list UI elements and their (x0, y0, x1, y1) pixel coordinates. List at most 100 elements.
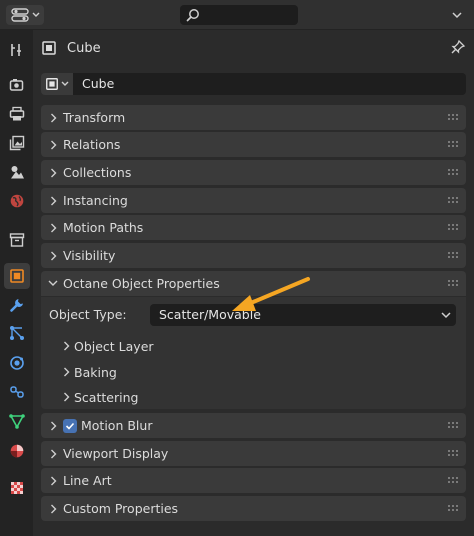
drag-grip-icon[interactable] (448, 169, 460, 176)
subpanel-title: Scattering (74, 389, 139, 405)
drag-grip-icon[interactable] (448, 252, 460, 259)
render-icon (9, 79, 24, 91)
mesh-data-icon (9, 414, 25, 429)
output-tab[interactable] (4, 101, 30, 127)
object-icon (10, 269, 24, 283)
object-type-label: Object Type: (49, 307, 127, 322)
drag-grip-icon[interactable] (448, 280, 460, 287)
drag-grip-icon[interactable] (448, 477, 460, 484)
chevron-right-icon (50, 476, 56, 485)
material-tab[interactable] (4, 438, 30, 464)
panel-transform[interactable]: Transform (41, 105, 466, 130)
particles-tab[interactable] (4, 320, 30, 346)
physics-icon (10, 356, 24, 370)
chevron-down-icon (61, 81, 69, 86)
object-type-dropdown[interactable] (41, 73, 73, 95)
tool-icon (11, 44, 21, 56)
object-header: Cube (41, 36, 466, 60)
editor-type-button[interactable] (6, 5, 44, 25)
search-input[interactable] (180, 5, 298, 25)
panel-instancing[interactable]: Instancing (41, 188, 466, 213)
drag-grip-icon[interactable] (448, 141, 460, 148)
panel-title: Octane Object Properties (63, 276, 220, 291)
object-icon (46, 78, 58, 90)
panel-motion-blur[interactable]: Motion Blur (41, 413, 466, 438)
panel-visibility[interactable]: Visibility (41, 243, 466, 268)
drag-grip-icon[interactable] (448, 422, 460, 429)
chevron-right-icon (50, 223, 56, 232)
chevron-down-icon (48, 280, 58, 286)
wrench-icon (10, 299, 23, 312)
properties-tab-column (0, 30, 33, 536)
subpanel-baking[interactable]: Baking (63, 361, 117, 383)
printer-icon (9, 106, 25, 121)
panel-title: Visibility (63, 248, 116, 263)
drag-grip-icon[interactable] (448, 505, 460, 512)
chevron-right-icon (50, 140, 56, 149)
chevron-right-icon (50, 196, 56, 205)
header-bar (0, 0, 474, 30)
chevron-right-icon (64, 341, 70, 351)
chevron-right-icon (50, 504, 56, 513)
checker-icon (11, 482, 23, 494)
search-icon (186, 9, 199, 22)
panel-line-art[interactable]: Line Art (41, 468, 466, 493)
panel-motion-paths[interactable]: Motion Paths (41, 215, 466, 240)
drag-grip-icon[interactable] (448, 114, 460, 121)
subpanel-scattering[interactable]: Scattering (63, 386, 138, 408)
material-icon (10, 444, 24, 458)
chevron-right-icon (50, 421, 56, 430)
drag-grip-icon[interactable] (448, 224, 460, 231)
chevron-down-icon (32, 12, 39, 17)
image-icon (9, 135, 25, 151)
annotation-arrow-icon (232, 277, 310, 311)
pin-button[interactable] (450, 39, 466, 58)
object-name-row: Cube (41, 73, 466, 95)
panel-viewport-display[interactable]: Viewport Display (41, 441, 466, 466)
motion-blur-checkbox[interactable] (63, 418, 77, 433)
view-layer-tab[interactable] (4, 130, 30, 156)
properties-main-area: Cube Cube Transform Relations Collection… (33, 30, 474, 536)
chevron-down-icon (441, 312, 451, 319)
collection-box-icon (9, 233, 25, 247)
chevron-right-icon (50, 251, 56, 260)
panel-custom-properties[interactable]: Custom Properties (41, 496, 466, 521)
modifier-tab[interactable] (4, 292, 30, 318)
panel-title: Instancing (63, 193, 128, 208)
constraints-icon (10, 386, 24, 398)
chevron-right-icon (64, 392, 70, 402)
subpanel-title: Object Layer (74, 338, 154, 354)
object-title: Cube (67, 40, 101, 56)
panel-relations[interactable]: Relations (41, 132, 466, 157)
render-tab[interactable] (4, 72, 30, 98)
drag-grip-icon[interactable] (448, 450, 460, 457)
subpanel-title: Baking (74, 364, 117, 380)
panel-title: Custom Properties (63, 501, 179, 516)
panel-title: Transform (63, 110, 126, 125)
collection-tab[interactable] (4, 227, 30, 253)
constraints-tab[interactable] (4, 379, 30, 405)
object-icon (42, 41, 56, 55)
chevron-right-icon (50, 113, 56, 122)
properties-editor-icon (10, 8, 29, 22)
panel-title: Motion Paths (63, 220, 144, 235)
object-name-field[interactable]: Cube (73, 73, 466, 95)
subpanel-object-layer[interactable]: Object Layer (63, 335, 154, 357)
data-tab[interactable] (4, 408, 30, 434)
chevron-down-icon (452, 11, 462, 18)
panel-title: Line Art (63, 473, 112, 488)
tool-tab[interactable] (4, 37, 30, 63)
drag-grip-icon[interactable] (448, 197, 460, 204)
physics-tab[interactable] (4, 350, 30, 376)
pin-icon (451, 39, 466, 54)
world-tab[interactable] (4, 188, 30, 214)
options-dropdown-button[interactable] (446, 4, 468, 26)
panel-title: Collections (63, 165, 132, 180)
chevron-right-icon (64, 367, 70, 377)
panel-collections[interactable]: Collections (41, 160, 466, 185)
particles-icon (10, 326, 24, 340)
scene-tab[interactable] (4, 159, 30, 185)
object-tab[interactable] (4, 263, 30, 289)
texture-tab[interactable] (4, 475, 30, 501)
panel-title: Relations (63, 137, 121, 152)
